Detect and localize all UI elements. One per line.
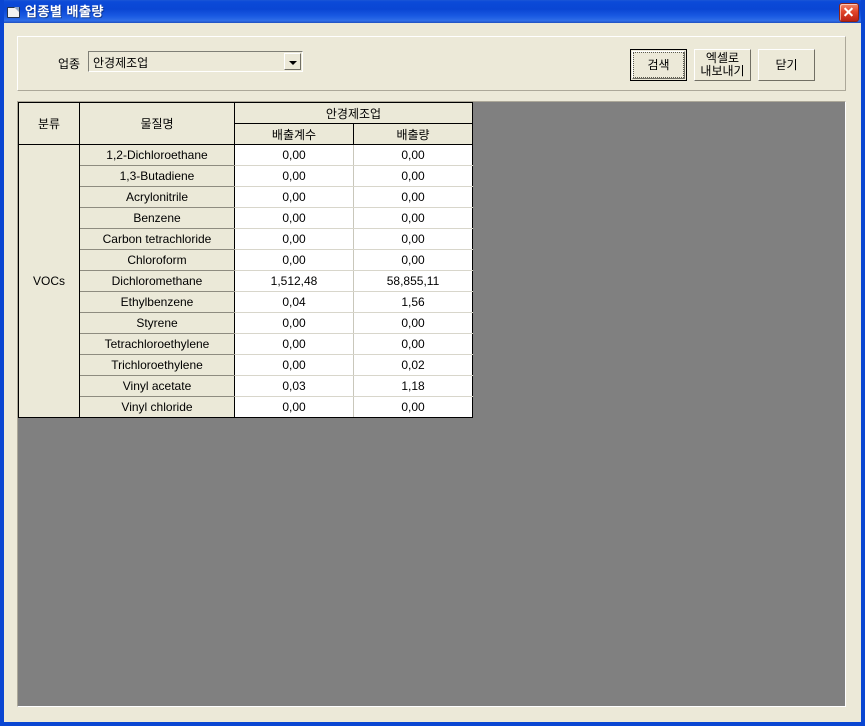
- cell-emission-factor[interactable]: 0,00: [234, 249, 354, 271]
- export-excel-button[interactable]: 엑셀로 내보내기: [694, 49, 751, 81]
- cell-emission-factor[interactable]: 0,00: [234, 333, 354, 355]
- header-emission-amount[interactable]: 배출량: [353, 123, 473, 145]
- cell-emission-amount[interactable]: 0,00: [353, 186, 473, 208]
- cell-emission-amount[interactable]: 0,00: [353, 249, 473, 271]
- table-header: 분류 물질명 안경제조업 배출계수 배출량: [18, 102, 473, 145]
- cell-emission-amount[interactable]: 0,00: [353, 165, 473, 187]
- table-header-row-1: 분류 물질명 안경제조업: [18, 102, 473, 145]
- cell-emission-factor[interactable]: 0,04: [234, 291, 354, 313]
- close-form-button-label: 닫기: [775, 57, 798, 72]
- table-row[interactable]: VOCs 1,2-Dichloroethane 0,00 0,00: [18, 144, 473, 418]
- cell-emission-amount[interactable]: 0,00: [353, 144, 473, 166]
- search-button[interactable]: 검색: [630, 49, 687, 81]
- cell-emission-factor[interactable]: 0,00: [234, 396, 354, 418]
- form-body: 업종 안경제조업 검색 엑셀로 내보내기 닫기 분류 물질명 안경제조업 배출계…: [4, 23, 861, 722]
- cell-emission-factor[interactable]: 0,00: [234, 207, 354, 229]
- table-row[interactable]: Vinyl chloride 0,00 0,00: [19, 396, 473, 418]
- cell-emission-amount[interactable]: 0,00: [353, 228, 473, 250]
- close-window-button[interactable]: [839, 3, 859, 22]
- industry-label: 업종: [58, 57, 81, 71]
- table-row[interactable]: Chloroform 0,00 0,00: [19, 249, 473, 271]
- search-button-label: 검색: [647, 57, 670, 72]
- close-form-button[interactable]: 닫기: [758, 49, 815, 81]
- cell-emission-factor[interactable]: 0,00: [234, 144, 354, 166]
- table-row[interactable]: 1,3-Butadiene 0,00 0,00: [19, 165, 473, 187]
- table-row[interactable]: Dichloromethane 1,512,48 58,855,11: [19, 270, 473, 292]
- table-row[interactable]: Tetrachloroethylene 0,00 0,00: [19, 333, 473, 355]
- cell-substance-name[interactable]: Styrene: [79, 312, 235, 334]
- emission-table: 분류 물질명 안경제조업 배출계수 배출량 VOCs 1,2-Dichloroet…: [18, 102, 473, 418]
- cell-substance-name[interactable]: Acrylonitrile: [79, 186, 235, 208]
- table-row[interactable]: Carbon tetrachloride 0,00 0,00: [19, 228, 473, 250]
- cell-substance-name[interactable]: Vinyl acetate: [79, 375, 235, 397]
- table-row[interactable]: Acrylonitrile 0,00 0,00: [19, 186, 473, 208]
- cell-emission-amount[interactable]: 0,00: [353, 207, 473, 229]
- window-title: 업종별 배출량: [25, 4, 104, 19]
- table-row[interactable]: Benzene 0,00 0,00: [19, 207, 473, 229]
- cell-category[interactable]: VOCs: [18, 144, 80, 418]
- export-excel-button-label: 엑셀로 내보내기: [700, 51, 745, 78]
- cell-emission-factor[interactable]: 1,512,48: [234, 270, 354, 292]
- cell-emission-amount[interactable]: 0,00: [353, 396, 473, 418]
- cell-emission-factor[interactable]: 0,00: [234, 354, 354, 376]
- emission-data-grid[interactable]: 분류 물질명 안경제조업 배출계수 배출량 VOCs 1,2-Dichloroet…: [17, 101, 846, 707]
- cell-emission-factor[interactable]: 0,00: [234, 312, 354, 334]
- cell-emission-amount[interactable]: 0,00: [353, 333, 473, 355]
- header-emission-factor[interactable]: 배출계수: [234, 123, 354, 145]
- header-substance[interactable]: 물질명: [79, 102, 235, 145]
- cell-substance-name[interactable]: Chloroform: [79, 249, 235, 271]
- cell-emission-amount[interactable]: 1,56: [353, 291, 473, 313]
- cell-emission-amount[interactable]: 58,855,11: [353, 270, 473, 292]
- cell-emission-factor[interactable]: 0,00: [234, 228, 354, 250]
- application-window: 업종별 배출량 업종 안경제조업 검색 엑셀로 내보내기 닫기 분류 물질명 안…: [0, 0, 865, 726]
- table-row[interactable]: Ethylbenzene 0,04 1,56: [19, 291, 473, 313]
- cell-emission-factor[interactable]: 0,03: [234, 375, 354, 397]
- table-body: VOCs 1,2-Dichloroethane 0,00 0,00 1,3-Butadi…: [18, 144, 473, 418]
- cell-substance-name[interactable]: 1,2-Dichloroethane: [79, 144, 235, 166]
- cell-emission-factor[interactable]: 0,00: [234, 165, 354, 187]
- header-category[interactable]: 분류: [18, 102, 80, 145]
- industry-combobox-value: 안경제조업: [93, 56, 149, 70]
- table-row[interactable]: Trichloroethylene 0,00 0,02: [19, 354, 473, 376]
- cell-substance-name[interactable]: Benzene: [79, 207, 235, 229]
- chevron-down-icon[interactable]: [284, 53, 301, 70]
- cell-substance-name[interactable]: Tetrachloroethylene: [79, 333, 235, 355]
- cell-emission-factor[interactable]: 0,00: [234, 186, 354, 208]
- table-row[interactable]: Styrene 0,00 0,00: [19, 312, 473, 334]
- cell-substance-name[interactable]: Carbon tetrachloride: [79, 228, 235, 250]
- header-industry-group[interactable]: 안경제조업: [234, 102, 473, 124]
- cell-substance-name[interactable]: Dichloromethane: [79, 270, 235, 292]
- cell-emission-amount[interactable]: 0,02: [353, 354, 473, 376]
- cell-substance-name[interactable]: Vinyl chloride: [79, 396, 235, 418]
- cell-emission-amount[interactable]: 0,00: [353, 312, 473, 334]
- table-row[interactable]: Vinyl acetate 0,03 1,18: [19, 375, 473, 397]
- title-bar: 업종별 배출량: [4, 0, 861, 23]
- cell-substance-name[interactable]: Ethylbenzene: [79, 291, 235, 313]
- industry-combobox[interactable]: 안경제조업: [88, 51, 303, 72]
- cell-emission-amount[interactable]: 1,18: [353, 375, 473, 397]
- cell-substance-name[interactable]: 1,3-Butadiene: [79, 165, 235, 187]
- search-panel: 업종 안경제조업 검색 엑셀로 내보내기 닫기: [17, 36, 846, 91]
- cell-substance-name[interactable]: Trichloroethylene: [79, 354, 235, 376]
- window-document-icon: [5, 4, 21, 20]
